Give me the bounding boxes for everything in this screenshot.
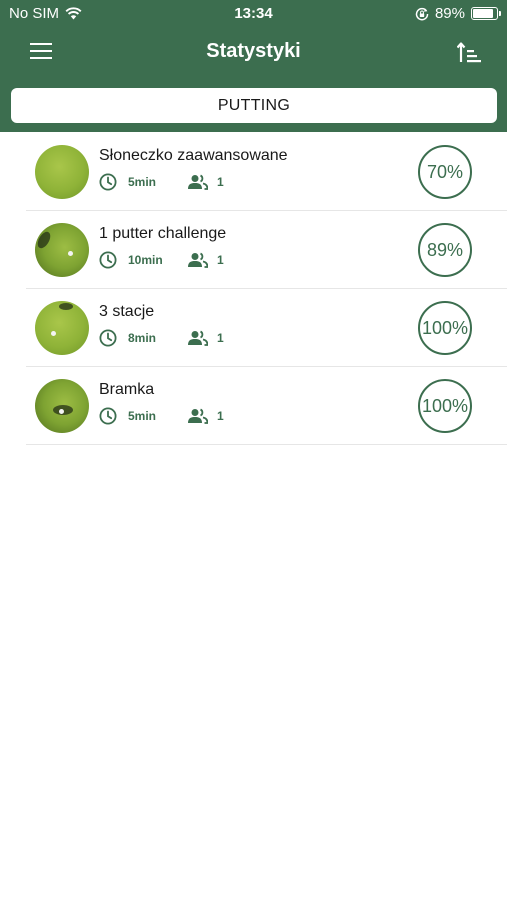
list-item[interactable]: 3 stacje 8min 1 100%: [26, 289, 507, 367]
app-header: No SIM 13:34 89% Statystyki PUTTING: [0, 0, 507, 132]
battery-tip: [499, 11, 501, 16]
thumb-shadow: [59, 303, 73, 310]
clock-icon: [99, 407, 117, 425]
exercise-title: 3 stacje: [99, 303, 155, 320]
clock-icon: [99, 329, 117, 347]
thumb-shadow: [35, 229, 53, 251]
clock-icon: [99, 173, 117, 191]
duration-label: 5min: [128, 175, 157, 189]
score-badge: 70%: [418, 145, 472, 199]
status-bar: No SIM 13:34 89%: [0, 0, 507, 28]
players-count: 1: [217, 409, 224, 423]
exercise-thumbnail: [35, 379, 89, 433]
battery-percent: 89%: [434, 5, 465, 22]
thumb-ball: [51, 331, 56, 336]
clock-icon: [99, 251, 117, 269]
duration-label: 10min: [128, 253, 163, 267]
duration-label: 8min: [128, 331, 157, 345]
exercise-title: 1 putter challenge: [99, 225, 227, 242]
list-item[interactable]: Bramka 5min 1 100%: [26, 367, 507, 445]
list-item[interactable]: 1 putter challenge 10min 1 89%: [26, 211, 507, 289]
players-count: 1: [217, 253, 224, 267]
score-badge: 100%: [418, 301, 472, 355]
exercise-meta: 8min 1: [99, 329, 224, 347]
page-title: Statystyki: [206, 40, 301, 62]
sort-ascending-icon[interactable]: [457, 41, 481, 63]
category-tab[interactable]: PUTTING: [11, 88, 497, 123]
exercise-meta: 5min 1: [99, 407, 224, 425]
thumb-ball: [59, 409, 64, 414]
exercise-title: Bramka: [99, 381, 155, 398]
score-badge: 89%: [418, 223, 472, 277]
list-item[interactable]: Słoneczko zaawansowane 5min 1 70%: [26, 133, 507, 211]
status-right: 89%: [415, 5, 501, 22]
people-icon: [188, 174, 208, 190]
exercise-thumbnail: [35, 223, 89, 277]
orientation-lock-icon: [415, 7, 429, 20]
exercise-thumbnail: [35, 301, 89, 355]
exercise-meta: 5min 1: [99, 173, 224, 191]
exercise-list: Słoneczko zaawansowane 5min 1 70% 1 putt…: [26, 133, 507, 445]
people-icon: [188, 408, 208, 424]
exercise-title: Słoneczko zaawansowane: [99, 147, 288, 164]
players-count: 1: [217, 175, 224, 189]
exercise-meta: 10min 1: [99, 251, 224, 269]
players-count: 1: [217, 331, 224, 345]
people-icon: [188, 252, 208, 268]
people-icon: [188, 330, 208, 346]
exercise-thumbnail: [35, 145, 89, 199]
duration-label: 5min: [128, 409, 157, 423]
battery-fill: [473, 9, 494, 18]
thumb-ball: [68, 251, 73, 256]
score-badge: 100%: [418, 379, 472, 433]
battery-icon: [471, 7, 501, 20]
